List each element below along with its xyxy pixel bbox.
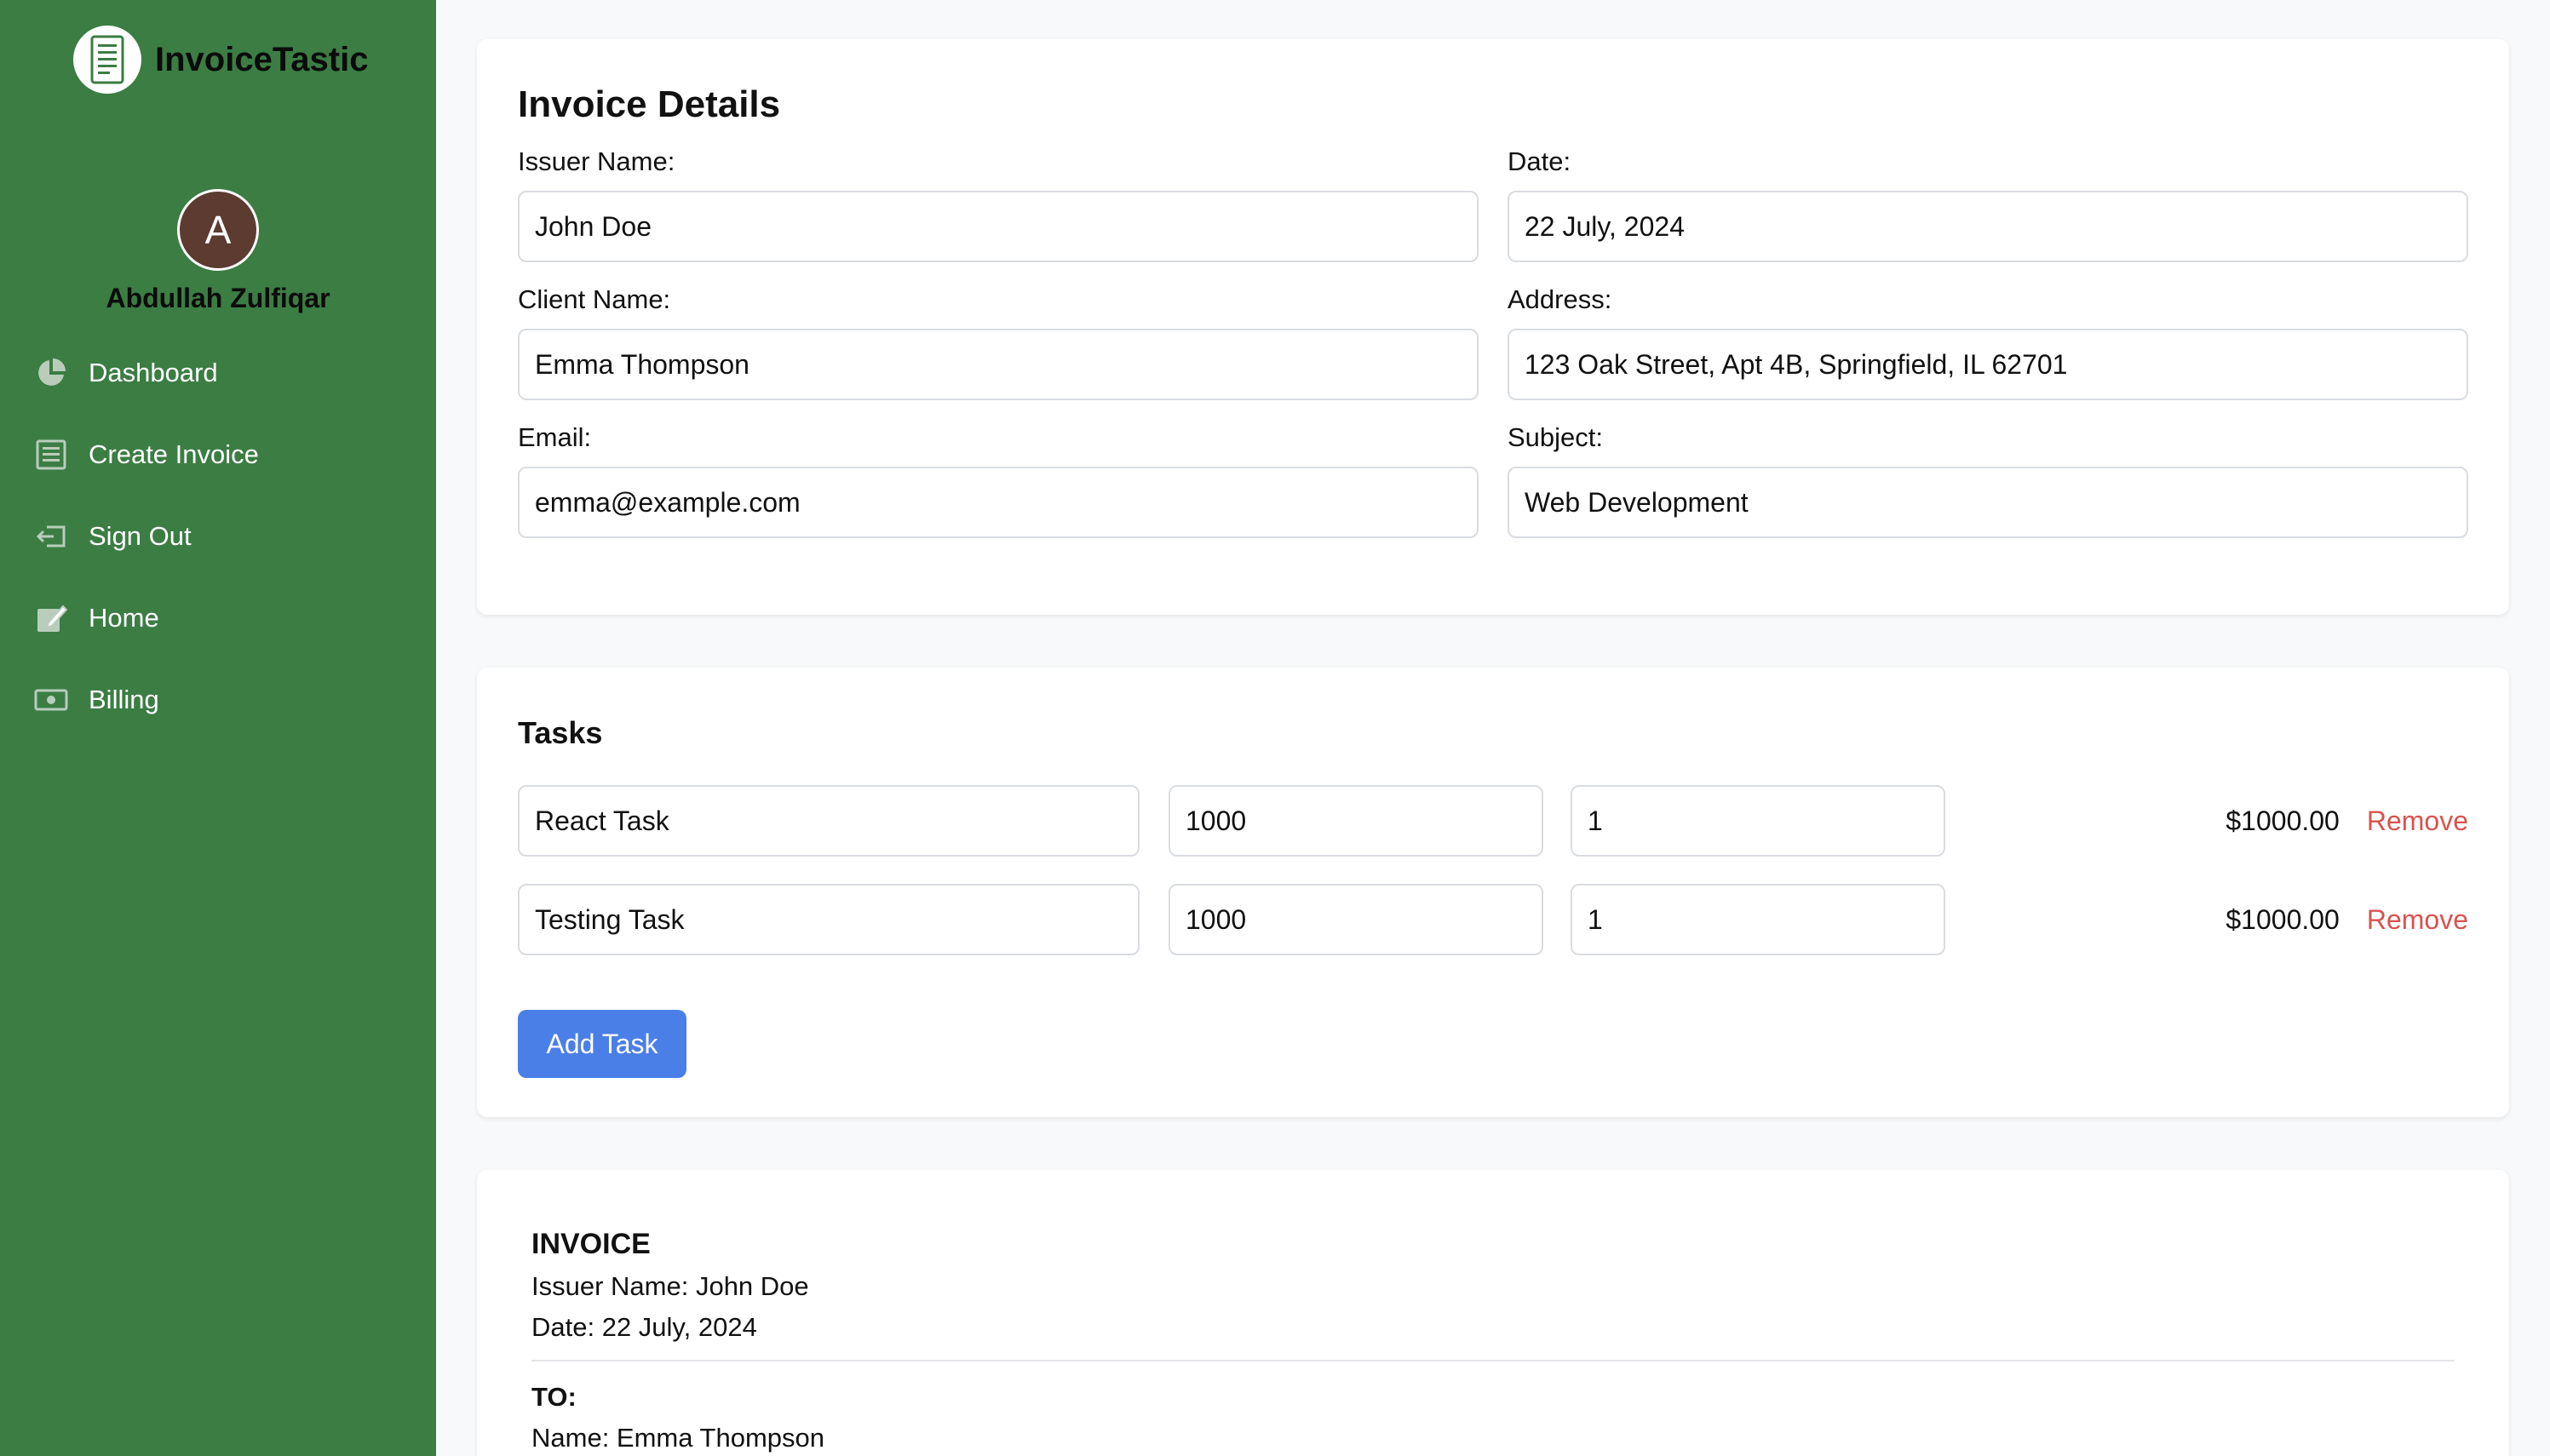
avatar[interactable]: A (177, 189, 259, 271)
sidebar-item-label: Billing (89, 685, 159, 714)
edit-home-icon (32, 599, 70, 637)
sidebar-item-label: Sign Out (89, 521, 192, 551)
task-quantity-input[interactable] (1571, 884, 1945, 955)
invoice-details-form: Issuer Name: Date: Client Name: Address:… (518, 146, 2468, 560)
invoice-preview-heading: INVOICE (531, 1228, 651, 1260)
address-field-group: Address: (1508, 284, 2468, 400)
tasks-card: Tasks $1000.00 Remove $1000.00 Remove Ad… (477, 668, 2509, 1117)
sidebar-item-label: Create Invoice (89, 439, 259, 469)
client-name-input[interactable] (518, 329, 1479, 400)
issuer-name-input[interactable] (518, 191, 1479, 262)
user-profile: A Abdullah Zulfiqar (0, 189, 436, 314)
issuer-field-group: Issuer Name: (518, 146, 1479, 262)
sign-out-icon (32, 518, 70, 555)
date-field-group: Date: (1508, 146, 2468, 262)
remove-task-button[interactable]: Remove (2367, 805, 2468, 837)
sidebar-item-billing[interactable]: Billing (32, 673, 259, 727)
main-content: Invoice Details Issuer Name: Date: Clien… (436, 0, 2550, 1456)
invoice-preview-client: Name: Emma Thompson (531, 1423, 824, 1453)
address-input[interactable] (1508, 329, 2468, 400)
invoice-logo-icon (73, 26, 141, 94)
brand-name: InvoiceTastic (155, 40, 369, 78)
sidebar-item-home[interactable]: Home (32, 591, 259, 645)
subject-input[interactable] (1508, 467, 2468, 538)
task-amount: $1000.00 (2226, 805, 2340, 836)
remove-task-button[interactable]: Remove (2367, 904, 2468, 936)
email-field[interactable] (518, 467, 1479, 538)
pie-chart-icon (32, 354, 70, 392)
page-title: Invoice Details (518, 83, 781, 125)
brand[interactable]: InvoiceTastic (73, 26, 368, 94)
task-quantity-input[interactable] (1571, 785, 1945, 857)
task-row: $1000.00 Remove (518, 884, 2468, 955)
money-icon (32, 681, 70, 719)
tasks-title: Tasks (518, 715, 603, 750)
issuer-label: Issuer Name: (518, 146, 675, 176)
client-label: Client Name: (518, 284, 671, 314)
email-label: Email: (518, 422, 592, 452)
sidebar-item-create-invoice[interactable]: Create Invoice (32, 427, 259, 482)
sidebar: InvoiceTastic A Abdullah Zulfiqar Dashbo… (0, 0, 436, 1456)
invoice-details-card: Invoice Details Issuer Name: Date: Clien… (477, 39, 2509, 615)
task-amount: $1000.00 (2226, 903, 2340, 935)
invoice-preview-to-heading: TO: (531, 1382, 577, 1412)
invoice-list-icon (32, 436, 70, 473)
sidebar-nav: Dashboard Create Invoice Sign Out Home B… (32, 346, 259, 754)
date-label: Date: (1508, 146, 1571, 176)
task-rate-input[interactable] (1169, 785, 1543, 857)
sidebar-item-dashboard[interactable]: Dashboard (32, 346, 259, 400)
divider (531, 1360, 2455, 1361)
task-row: $1000.00 Remove (518, 785, 2468, 857)
invoice-preview-card: INVOICE Issuer Name: John Doe Date: 22 J… (477, 1170, 2509, 1456)
invoice-preview-issuer: Issuer Name: John Doe (531, 1271, 809, 1301)
user-name: Abdullah Zulfiqar (106, 283, 330, 313)
email-field-group: Email: (518, 422, 1479, 538)
task-name-input[interactable] (518, 785, 1140, 857)
sidebar-item-sign-out[interactable]: Sign Out (32, 509, 259, 564)
add-task-button[interactable]: Add Task (518, 1010, 686, 1078)
address-label: Address: (1508, 284, 1612, 314)
invoice-preview-date: Date: 22 July, 2024 (531, 1312, 757, 1342)
task-name-input[interactable] (518, 884, 1140, 955)
date-input[interactable] (1508, 191, 2468, 262)
sidebar-item-label: Dashboard (89, 358, 218, 387)
subject-label: Subject: (1508, 422, 1604, 452)
client-field-group: Client Name: (518, 284, 1479, 400)
subject-field-group: Subject: (1508, 422, 2468, 538)
sidebar-item-label: Home (89, 603, 159, 633)
task-rate-input[interactable] (1169, 884, 1543, 955)
